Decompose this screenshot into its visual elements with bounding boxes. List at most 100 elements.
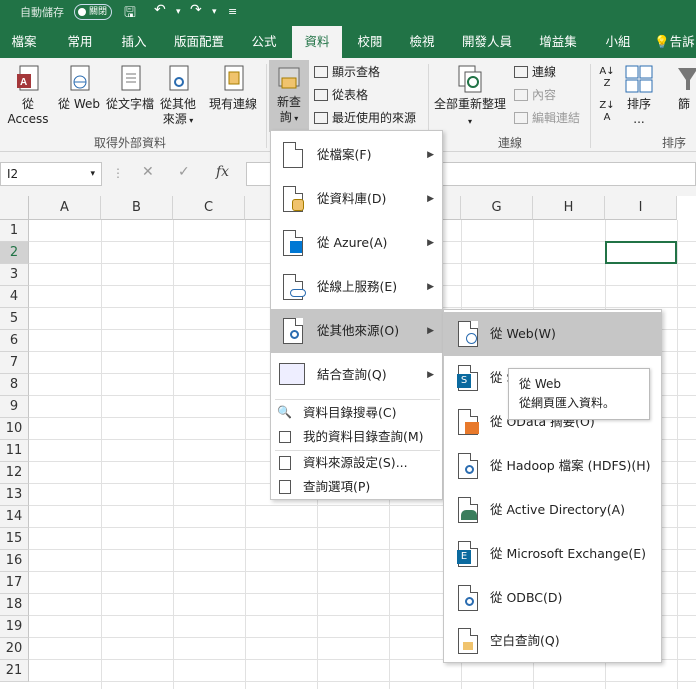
row-header[interactable]: 14: [0, 506, 29, 528]
undo-dropdown-icon[interactable]: ▾: [176, 7, 181, 17]
row-header[interactable]: 9: [0, 396, 29, 418]
menu-item-from-exchange[interactable]: E 從 Microsoft Exchange(E): [444, 532, 661, 576]
row-header[interactable]: 21: [0, 660, 29, 682]
new-query-button[interactable]: 新查 詢 ▾: [269, 60, 309, 132]
tab-page-layout[interactable]: 版面配置: [168, 26, 230, 58]
row-header[interactable]: 18: [0, 594, 29, 616]
from-access-button[interactable]: A 從 Access: [2, 64, 54, 127]
tab-formulas[interactable]: 公式: [242, 26, 286, 58]
enter-icon[interactable]: ✓: [178, 164, 190, 180]
tab-insert[interactable]: 插入: [112, 26, 156, 58]
row-header[interactable]: 19: [0, 616, 29, 638]
column-header[interactable]: C: [173, 196, 245, 220]
menu-item-from-hadoop[interactable]: 從 Hadoop 檔案 (HDFS)(H): [444, 444, 661, 488]
connections-button[interactable]: 連線: [514, 62, 556, 82]
from-web-button[interactable]: 從 Web: [56, 64, 102, 112]
cancel-icon[interactable]: ✕: [142, 164, 154, 180]
select-all-corner[interactable]: [0, 196, 29, 220]
row-header[interactable]: 2: [0, 242, 29, 264]
grid-line: [245, 220, 246, 689]
tab-data[interactable]: 資料: [292, 26, 342, 58]
menu-item-blank-query[interactable]: 空白查詢(Q): [444, 620, 661, 662]
row-header[interactable]: 13: [0, 484, 29, 506]
row-header[interactable]: 20: [0, 638, 29, 660]
row-header[interactable]: 16: [0, 550, 29, 572]
recent-sources-button[interactable]: 最近使用的來源: [314, 108, 416, 128]
row-header[interactable]: 7: [0, 352, 29, 374]
formula-bar-dots-icon[interactable]: ⋮: [112, 166, 124, 180]
hadoop-icon: [458, 453, 478, 479]
menu-item-from-other-sources[interactable]: 從其他來源(O) ▶: [271, 309, 442, 353]
active-directory-icon: [458, 497, 478, 523]
column-header[interactable]: I: [605, 196, 677, 220]
row-header[interactable]: 3: [0, 264, 29, 286]
tab-tell-me[interactable]: 💡告訴: [654, 26, 696, 58]
existing-connections-label: 現有連線: [208, 97, 257, 111]
row-header[interactable]: 6: [0, 330, 29, 352]
from-table-button[interactable]: 從表格: [314, 85, 368, 105]
connections-label: 連線: [532, 65, 557, 79]
sort-az-button[interactable]: A↓ Z: [596, 66, 618, 90]
submenu-arrow-icon: ▶: [427, 282, 434, 292]
combine-queries-label: 結合查詢(Q): [317, 367, 387, 382]
selected-cell[interactable]: [605, 241, 677, 264]
menu-item-query-options[interactable]: 查詢選項(P): [271, 475, 442, 499]
menu-item-from-database[interactable]: 從資料庫(D) ▶: [271, 177, 442, 221]
row-header[interactable]: 12: [0, 462, 29, 484]
tab-developer[interactable]: 開發人員: [456, 26, 518, 58]
row-header[interactable]: 11: [0, 440, 29, 462]
insert-function-button[interactable]: fx: [216, 164, 229, 180]
row-header[interactable]: 17: [0, 572, 29, 594]
menu-item-combine-queries[interactable]: 結合查詢(Q) ▶: [271, 353, 442, 397]
name-box[interactable]: I2 ▾: [0, 162, 102, 186]
row-header[interactable]: 1: [0, 220, 29, 242]
save-icon[interactable]: 🖫: [124, 2, 136, 26]
row-header[interactable]: 10: [0, 418, 29, 440]
show-queries-button[interactable]: 顯示查格: [314, 62, 380, 82]
tab-view[interactable]: 檢視: [400, 26, 444, 58]
menu-item-from-file[interactable]: 從檔案(F) ▶: [271, 133, 442, 177]
row-header[interactable]: 15: [0, 528, 29, 550]
menu-item-data-catalog-search[interactable]: 🔍 資料目錄搜尋(C): [271, 401, 442, 425]
sort-az-icon: A↓ Z: [599, 66, 615, 89]
submenu-arrow-icon: ▶: [427, 326, 434, 336]
redo-icon[interactable]: ↷: [190, 2, 202, 18]
from-other-sources-button[interactable]: 從其他 來源 ▾: [156, 64, 200, 128]
sort-za-button[interactable]: Z↓ A: [596, 100, 618, 124]
menu-item-my-catalog-queries[interactable]: 我的資料目錄查詢(M): [271, 425, 442, 449]
column-header[interactable]: A: [29, 196, 101, 220]
tab-review[interactable]: 校閱: [348, 26, 392, 58]
grid-line: [677, 220, 678, 689]
column-header[interactable]: G: [461, 196, 533, 220]
filter-button[interactable]: 篩: [672, 64, 696, 112]
from-file-label: 從檔案(F): [317, 147, 372, 162]
sort-button[interactable]: 排序...: [620, 64, 658, 127]
refresh-all-button[interactable]: 全部重新整理 ▾: [432, 64, 508, 129]
menu-item-from-online-services[interactable]: 從線上服務(E) ▶: [271, 265, 442, 309]
tooltip-title: 從 Web: [519, 377, 561, 391]
undo-icon[interactable]: ↶: [154, 2, 166, 18]
row-header[interactable]: 5: [0, 308, 29, 330]
autosave-toggle[interactable]: 關閉: [74, 4, 112, 20]
tab-file[interactable]: 檔案: [2, 26, 46, 58]
row-header[interactable]: 8: [0, 374, 29, 396]
existing-connections-button[interactable]: 現有連線: [206, 64, 260, 112]
from-text-label: 從文字檔: [105, 97, 154, 111]
properties-button[interactable]: 內容: [514, 85, 556, 105]
row-header[interactable]: 4: [0, 286, 29, 308]
menu-item-from-odbc[interactable]: 從 ODBC(D): [444, 576, 661, 620]
menu-item-from-azure[interactable]: 從 Azure(A) ▶: [271, 221, 442, 265]
menu-item-from-active-directory[interactable]: 從 Active Directory(A): [444, 488, 661, 532]
tab-home[interactable]: 常用: [58, 26, 102, 58]
column-header[interactable]: B: [101, 196, 173, 220]
column-header[interactable]: H: [533, 196, 605, 220]
redo-dropdown-icon[interactable]: ▾: [212, 7, 217, 17]
menu-item-data-source-settings[interactable]: 資料來源設定(S)...: [271, 451, 442, 475]
tab-addins[interactable]: 增益集: [532, 26, 584, 58]
customize-quick-access-icon[interactable]: ≡: [228, 5, 237, 18]
from-text-button[interactable]: 從文字檔: [104, 64, 156, 112]
edit-links-button[interactable]: 編輯連結: [514, 108, 580, 128]
tab-team[interactable]: 小組: [596, 26, 640, 58]
other-sources-icon: [283, 318, 303, 344]
menu-item-from-web[interactable]: 從 Web(W): [444, 312, 661, 356]
